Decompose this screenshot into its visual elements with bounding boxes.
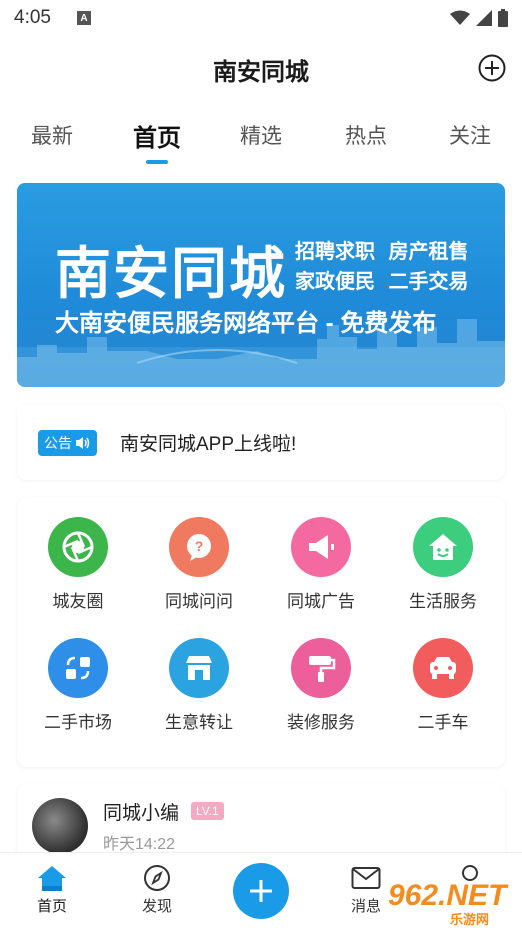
svg-text:?: ? xyxy=(195,538,204,554)
question-bubble-icon: ? xyxy=(169,517,229,577)
nav-discover[interactable]: 发现 xyxy=(127,863,187,916)
nav-discover-label: 发现 xyxy=(141,898,172,915)
service-label: 二手车 xyxy=(417,713,469,732)
nav-home[interactable]: 首页 xyxy=(22,863,82,916)
service-life[interactable]: 生活服务 xyxy=(388,517,498,612)
status-bar: 4:05 A xyxy=(0,0,522,36)
notice-badge-label: 公告 xyxy=(44,435,72,451)
service-label: 城友圈 xyxy=(52,592,104,611)
service-secondhand-market[interactable]: 二手市场 xyxy=(23,638,133,733)
watermark-text: 962.NET xyxy=(388,879,507,912)
notice-text: 南安同城APP上线啦! xyxy=(120,434,297,455)
nav-messages-label: 消息 xyxy=(350,898,381,915)
service-label: 装修服务 xyxy=(287,713,355,732)
aperture-icon xyxy=(48,517,108,577)
avatar[interactable] xyxy=(32,798,88,854)
post-time: 昨天14:22 xyxy=(103,836,176,853)
post-author[interactable]: 同城小编 xyxy=(103,798,179,825)
tab-latest[interactable]: 最新 xyxy=(12,120,92,150)
service-local-ads[interactable]: 同城广告 xyxy=(266,517,376,612)
status-indicators xyxy=(450,9,508,27)
banner-tagline-2: 家政便民 二手交易 xyxy=(295,271,469,293)
service-label: 同城广告 xyxy=(287,592,355,611)
service-used-cars[interactable]: 二手车 xyxy=(388,638,498,733)
megaphone-icon xyxy=(291,517,351,577)
service-renovation[interactable]: 装修服务 xyxy=(266,638,376,733)
notification-icon: A xyxy=(76,11,91,25)
shop-icon xyxy=(169,638,229,698)
banner-title: 南安同城 xyxy=(55,242,287,305)
nav-messages[interactable]: 消息 xyxy=(336,863,396,916)
house-smile-icon xyxy=(413,517,473,577)
tab-bar: 最新 首页 精选 热点 关注 xyxy=(0,102,522,168)
mail-icon xyxy=(350,863,382,893)
active-tab-indicator xyxy=(146,160,168,164)
service-friends-circle[interactable]: 城友圈 xyxy=(23,517,133,612)
tab-featured[interactable]: 精选 xyxy=(221,120,301,150)
level-badge: LV.1 xyxy=(191,802,224,820)
nav-home-label: 首页 xyxy=(36,898,67,915)
top-bar: 南安同城 xyxy=(0,36,522,102)
exchange-icon xyxy=(48,638,108,698)
status-time: 4:05 xyxy=(14,7,51,28)
service-label: 生活服务 xyxy=(409,592,477,611)
page-title: 南安同城 xyxy=(213,59,309,86)
service-grid: 城友圈 ? 同城问问 同城广告 生活服务 二手市场 生意转让 装修服务 二手车 xyxy=(17,497,505,767)
car-icon xyxy=(413,638,473,698)
service-local-qa[interactable]: ? 同城问问 xyxy=(144,517,254,612)
service-label: 生意转让 xyxy=(165,713,233,732)
watermark-logo: 962.NET 乐游网 xyxy=(388,879,516,927)
battery-icon xyxy=(498,9,508,27)
service-label: 同城问问 xyxy=(165,592,233,611)
service-label: 二手市场 xyxy=(44,713,112,732)
banner-subtitle: 大南安便民服务网络平台 - 免费发布 xyxy=(55,310,437,337)
tab-following[interactable]: 关注 xyxy=(430,120,510,150)
banner-tagline-1: 招聘求职 房产租售 xyxy=(295,241,469,263)
compass-icon xyxy=(141,863,173,893)
plus-icon xyxy=(250,880,272,902)
tab-hot[interactable]: 热点 xyxy=(326,120,406,150)
watermark-sub: 乐游网 xyxy=(450,912,490,927)
publish-button[interactable] xyxy=(233,863,289,919)
home-icon xyxy=(36,863,68,893)
notice-badge: 公告 xyxy=(38,430,97,456)
signal-icon xyxy=(476,10,492,26)
service-business-transfer[interactable]: 生意转让 xyxy=(144,638,254,733)
promo-banner[interactable]: 南安同城 招聘求职 房产租售 家政便民 二手交易 大南安便民服务网络平台 - 免… xyxy=(17,183,505,387)
speaker-icon xyxy=(76,437,90,449)
bottom-nav: 首页 发现 消息 962.NET 乐游网 xyxy=(0,852,522,928)
wifi-icon xyxy=(450,10,470,25)
plus-circle-icon[interactable] xyxy=(478,54,506,82)
tab-home[interactable]: 首页 xyxy=(117,118,197,153)
notice-card[interactable]: 公告 南安同城APP上线啦! xyxy=(17,404,505,480)
paint-roller-icon xyxy=(291,638,351,698)
